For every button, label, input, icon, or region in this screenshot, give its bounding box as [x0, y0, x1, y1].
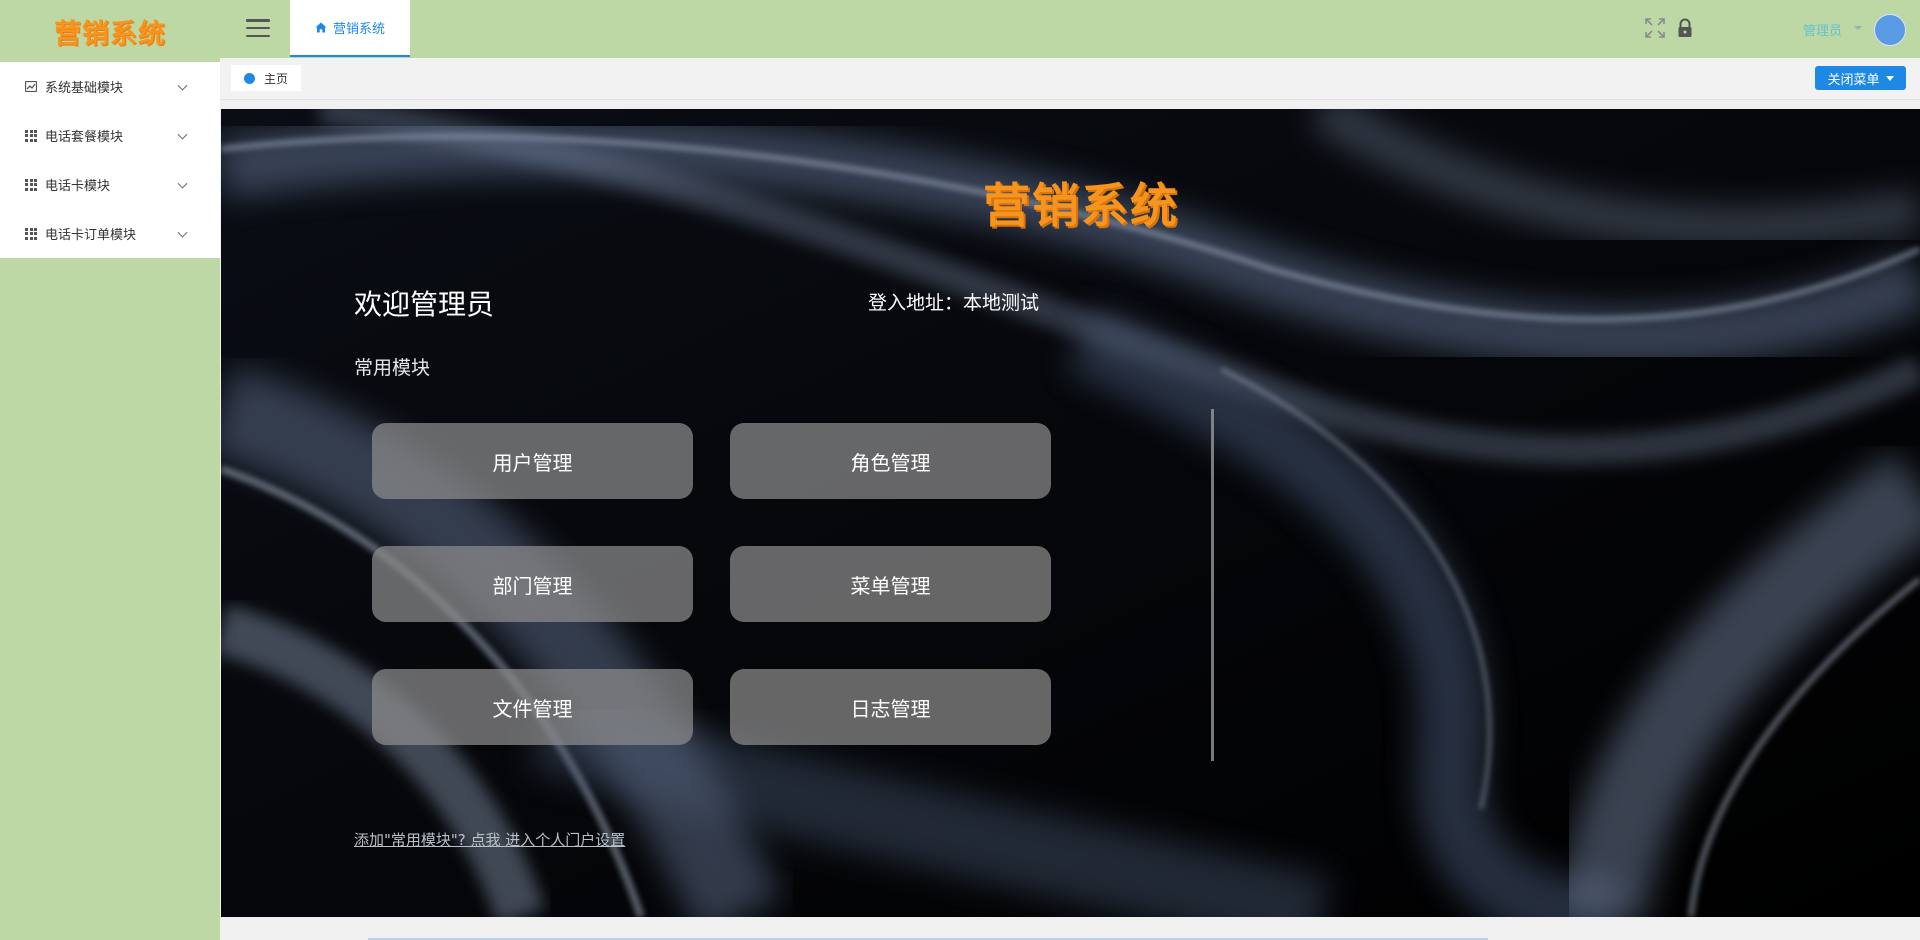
divider	[1211, 409, 1214, 761]
department-management-button[interactable]: 部门管理	[372, 546, 693, 622]
footer-strip	[220, 917, 1920, 940]
tab-label: 主页	[263, 71, 288, 86]
sidebar-item-system-basic[interactable]: 系统基础模块	[0, 62, 220, 111]
tab-home[interactable]: 主页	[231, 65, 301, 91]
grid-icon	[25, 227, 37, 240]
user-name[interactable]: 管理员	[1803, 20, 1842, 39]
lock-icon[interactable]	[1674, 17, 1696, 39]
chevron-down-icon	[177, 227, 188, 238]
file-management-button[interactable]: 文件管理	[372, 669, 693, 745]
caret-down-icon[interactable]	[1854, 26, 1862, 30]
sidebar-item-label: 电话卡模块	[45, 179, 111, 194]
sidebar-item-phone-plan[interactable]: 电话套餐模块	[0, 111, 220, 160]
dashboard-logo: 营销系统	[983, 179, 1179, 234]
sidebar-item-phone-card-order[interactable]: 电话卡订单模块	[0, 209, 220, 258]
welcome-text: 欢迎管理员	[354, 288, 495, 321]
sidebar-item-phone-card[interactable]: 电话卡模块	[0, 160, 220, 209]
caret-down-icon	[1885, 75, 1894, 81]
menu-management-button[interactable]: 菜单管理	[730, 546, 1051, 622]
hamburger-icon[interactable]	[246, 19, 270, 37]
role-management-button[interactable]: 角色管理	[730, 423, 1051, 499]
grid-icon	[25, 178, 37, 191]
tab-label: 营销系统	[332, 22, 385, 37]
status-dot-icon	[243, 72, 255, 84]
fullscreen-icon[interactable]	[1644, 17, 1666, 39]
chart-icon	[25, 81, 37, 93]
portal-settings-link[interactable]: 添加"常用模块"? 点我 进入个人门户设置	[354, 829, 625, 850]
sidebar-item-label: 系统基础模块	[45, 81, 124, 96]
grid-icon	[25, 129, 37, 142]
chevron-down-icon	[177, 129, 188, 140]
user-management-button[interactable]: 用户管理	[372, 423, 693, 499]
sidebar-logo: 营销系统	[54, 18, 166, 50]
home-icon	[315, 22, 327, 33]
log-management-button[interactable]: 日志管理	[730, 669, 1051, 745]
section-title: 常用模块	[354, 357, 431, 379]
sidebar-item-label: 电话套餐模块	[45, 130, 124, 145]
sidebar: 营销系统 系统基础模块 电话套餐模块 电话卡模块 电话卡订单模块	[0, 0, 220, 940]
page-tab-strip: 主页 关闭菜单	[220, 58, 1920, 100]
close-menu-button[interactable]: 关闭菜单	[1815, 66, 1906, 90]
avatar[interactable]	[1874, 14, 1906, 46]
chevron-down-icon	[177, 178, 188, 189]
login-address: 登入地址：本地测试	[868, 292, 1040, 314]
sidebar-menu: 系统基础模块 电话套餐模块 电话卡模块 电话卡订单模块	[0, 62, 220, 258]
dashboard: 营销系统 欢迎管理员 登入地址：本地测试 常用模块 用户管理 角色管理 部门管理…	[221, 109, 1920, 917]
top-header: 营销系统 管理员	[220, 0, 1920, 58]
close-menu-label: 关闭菜单	[1827, 72, 1880, 88]
chevron-down-icon	[177, 80, 188, 91]
sidebar-item-label: 电话卡订单模块	[45, 228, 137, 243]
tab-marketing-system[interactable]: 营销系统	[290, 0, 410, 57]
